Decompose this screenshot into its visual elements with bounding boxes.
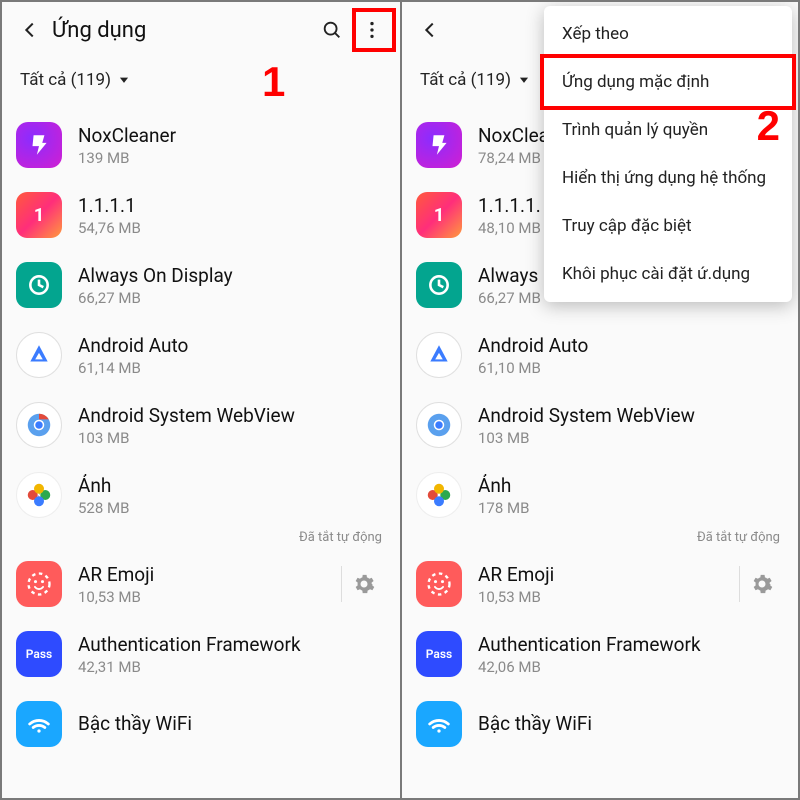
search-icon [321, 19, 343, 41]
app-name: Bậc thầy WiFi [78, 712, 386, 735]
chevron-left-icon [419, 19, 441, 41]
app-row[interactable]: Bậc thầy WiFi [2, 689, 400, 759]
app-header: Ứng dụng [2, 2, 400, 58]
chevron-left-icon [19, 19, 41, 41]
menu-item-reset-prefs[interactable]: Khôi phục cài đặt ứ.dụng [544, 250, 792, 298]
app-size: 61,10 MB [478, 359, 784, 377]
app-icon-androidauto [16, 332, 62, 378]
screenshot-step-1: 1 Ứng dụng Tất cả (119) NoxCleaner 139 MB… [2, 2, 400, 798]
app-size: 139 MB [78, 149, 386, 167]
app-row[interactable]: Bậc thầy WiFi [402, 689, 798, 759]
app-name: AR Emoji [78, 563, 333, 586]
filter-label: Tất cả (119) [20, 70, 111, 90]
app-settings-button[interactable] [739, 566, 784, 602]
gear-icon [750, 572, 774, 596]
app-name: Ảnh [478, 474, 784, 497]
app-name: Ảnh [78, 474, 386, 497]
app-name: Android Auto [478, 334, 784, 357]
back-button[interactable] [10, 10, 50, 50]
screenshot-step-2: 2 Tất cả (119) Xếp theo Ứng dụng mặc địn… [400, 2, 798, 798]
app-row[interactable]: Android System WebView 103 MB [2, 390, 400, 460]
back-button[interactable] [410, 10, 450, 50]
app-row[interactable]: AR Emoji 10,53 MB [402, 549, 798, 619]
app-icon-authframework: Pass [416, 631, 462, 677]
app-size: 103 MB [78, 429, 386, 447]
step-highlight-box [352, 8, 396, 52]
app-row[interactable]: 1 1.1.1.1 54,76 MB [2, 180, 400, 250]
app-icon-wifi [16, 701, 62, 747]
app-size: 54,76 MB [78, 219, 386, 237]
app-row[interactable]: AR Emoji 10,53 MB [2, 549, 400, 619]
app-row[interactable]: Ảnh 178 MB [402, 460, 798, 530]
app-row[interactable]: Always On Display 66,27 MB [2, 250, 400, 320]
app-name: Android Auto [78, 334, 386, 357]
app-name: NoxCleaner [78, 124, 386, 147]
chevron-down-icon [117, 73, 131, 87]
page-title: Ứng dụng [52, 18, 146, 43]
menu-item-show-system[interactable]: Hiển thị ứng dụng hệ thống [544, 154, 792, 202]
app-name: Android System WebView [78, 404, 386, 427]
app-icon-authframework: Pass [16, 631, 62, 677]
app-icon-noxcleaner [16, 122, 62, 168]
app-size: 103 MB [478, 429, 784, 447]
app-size: 178 MB [478, 499, 784, 517]
app-row[interactable]: Android Auto 61,10 MB [402, 320, 798, 390]
menu-item-special-access[interactable]: Truy cập đặc biệt [544, 202, 792, 250]
app-icon-androidauto [416, 332, 462, 378]
menu-item-permissions[interactable]: Trình quản lý quyền [544, 106, 792, 154]
app-settings-button[interactable] [341, 566, 386, 602]
app-name: Authentication Framework [78, 633, 386, 656]
app-name: Android System WebView [478, 404, 784, 427]
app-row[interactable]: NoxCleaner 139 MB [2, 110, 400, 180]
app-name: Authentication Framework [478, 633, 784, 656]
app-size: 10,53 MB [78, 588, 333, 606]
chevron-down-icon [517, 73, 531, 87]
app-row[interactable]: Pass Authentication Framework 42,06 MB [402, 619, 798, 689]
app-icon-wifi [416, 701, 462, 747]
app-icon-photos [16, 472, 62, 518]
app-row[interactable]: Android Auto 61,14 MB [2, 320, 400, 390]
step-number-2: 2 [757, 102, 780, 150]
app-name: Always On Display [78, 264, 386, 287]
autostart-disabled-label: Đã tắt tự động [402, 530, 798, 549]
gear-icon [352, 572, 376, 596]
app-name: Bậc thầy WiFi [478, 712, 784, 735]
app-icon-aremoji [416, 561, 462, 607]
app-row[interactable]: Pass Authentication Framework 42,31 MB [2, 619, 400, 689]
app-icon-1111: 1 [16, 192, 62, 238]
app-icon-aod [416, 262, 462, 308]
app-size: 66,27 MB [78, 289, 386, 307]
app-name: AR Emoji [478, 563, 731, 586]
app-icon-aod [16, 262, 62, 308]
app-size: 42,31 MB [78, 658, 386, 676]
app-icon-aremoji [16, 561, 62, 607]
menu-item-sort[interactable]: Xếp theo [544, 10, 792, 58]
app-size: 42,06 MB [478, 658, 784, 676]
app-size: 61,14 MB [78, 359, 386, 377]
app-row[interactable]: Ảnh 528 MB [2, 460, 400, 530]
app-size: 528 MB [78, 499, 386, 517]
app-icon-webview [16, 402, 62, 448]
filter-label: Tất cả (119) [420, 70, 511, 90]
app-icon-1111: 1 [416, 192, 462, 238]
step-number-1: 1 [262, 58, 285, 106]
overflow-menu: Xếp theo Ứng dụng mặc định Trình quản lý… [544, 6, 792, 302]
app-size: 10,53 MB [478, 588, 731, 606]
filter-dropdown[interactable]: Tất cả (119) [2, 58, 400, 104]
app-list: NoxCleaner 139 MB 1 1.1.1.1 54,76 MB Alway… [2, 104, 400, 765]
app-icon-noxcleaner [416, 122, 462, 168]
app-name: 1.1.1.1 [78, 194, 386, 217]
autostart-disabled-label: Đã tắt tự động [2, 530, 400, 549]
app-icon-photos [416, 472, 462, 518]
app-icon-webview [416, 402, 462, 448]
app-row[interactable]: Android System WebView 103 MB [402, 390, 798, 460]
search-button[interactable] [312, 10, 352, 50]
